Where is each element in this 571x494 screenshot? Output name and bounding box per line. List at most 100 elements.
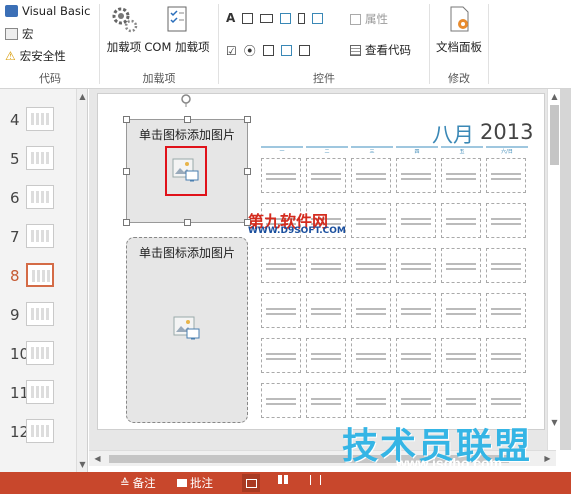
macros-button[interactable]: 宏 [5, 26, 34, 42]
resize-handle[interactable] [244, 116, 251, 123]
view-code-button[interactable]: 查看代码 [350, 42, 411, 58]
label-control-icon[interactable]: A [226, 11, 235, 25]
slide-thumbnail[interactable]: 7 [0, 222, 80, 252]
scrollbar-thumb[interactable] [550, 105, 559, 165]
group-label-code: 代码 [39, 72, 61, 85]
weekday-header: 五 [441, 146, 483, 155]
checkbox-control-icon[interactable]: ☑ [226, 44, 237, 58]
calendar-day-cell [351, 203, 391, 238]
cell-text-placeholder [266, 260, 296, 270]
slide-thumbnail[interactable]: 9 [0, 300, 80, 330]
weekday-header: 三 [351, 146, 393, 155]
scroll-down-icon[interactable]: ▼ [549, 417, 560, 428]
slide-editing-area: 单击图标添加图片 单击图标添加图片 八月 2013 一 二 三 四 五 六/日 … [89, 89, 556, 450]
weekday-header: 四 [396, 146, 438, 155]
insert-picture-icon[interactable] [173, 316, 201, 342]
scroll-down-icon[interactable]: ▼ [77, 459, 88, 470]
cell-text-placeholder [311, 395, 341, 405]
scroll-up-icon[interactable]: ▲ [549, 91, 560, 102]
macro-security-button[interactable]: ⚠ 宏安全性 [5, 48, 66, 64]
cell-text-placeholder [356, 395, 386, 405]
resize-handle[interactable] [123, 168, 130, 175]
rotate-handle-icon[interactable] [180, 93, 192, 107]
calendar-day-cell [351, 293, 391, 328]
warning-icon: ⚠ [5, 49, 16, 63]
button-control-icon[interactable] [260, 13, 274, 23]
slide-sorter-button[interactable] [278, 475, 289, 484]
combobox-control-icon[interactable] [262, 45, 274, 56]
normal-view-icon [245, 478, 257, 488]
scroll-right-icon[interactable]: ▶ [542, 453, 553, 464]
powerpoint-window: Visual Basic 宏 ⚠ 宏安全性 代码 加载项 COM 加载项 加载项… [0, 0, 571, 494]
calendar-day-cell [396, 338, 436, 373]
scroll-up-icon[interactable]: ▲ [77, 91, 88, 102]
slide-thumbnail[interactable]: 12 [0, 417, 80, 447]
vertical-scrollbar[interactable]: ▲ ▼ [547, 89, 560, 450]
picture-placeholder[interactable]: 单击图标添加图片 [126, 237, 248, 423]
picture-placeholder-selected[interactable]: 单击图标添加图片 [123, 116, 251, 226]
weekday-header: 六/日 [486, 146, 528, 155]
slide-thumbnail[interactable]: 11 [0, 378, 80, 408]
calendar-day-cell [441, 248, 481, 283]
cell-text-placeholder [401, 395, 431, 405]
reading-view-button[interactable] [310, 475, 321, 485]
calendar-day-cell [486, 158, 526, 193]
scroll-left-icon[interactable]: ◀ [92, 453, 103, 464]
cell-text-placeholder [446, 260, 476, 270]
calendar-day-cell [351, 338, 391, 373]
thumbnail-scrollbar[interactable]: ▲ ▼ [76, 89, 87, 472]
calendar-day-cell [261, 338, 301, 373]
addins-button[interactable]: 加载项 [104, 4, 144, 55]
cell-text-placeholder [266, 395, 296, 405]
option-button-control-icon[interactable]: ⦿ [244, 42, 256, 59]
calendar-day-cell [351, 383, 391, 418]
normal-view-button[interactable] [242, 474, 260, 492]
visual-basic-button[interactable]: Visual Basic [5, 4, 90, 18]
calendar-day-cell [306, 158, 346, 193]
resize-handle[interactable] [184, 116, 191, 123]
document-gear-icon [450, 6, 469, 32]
scrollbar-control-icon[interactable] [298, 12, 306, 24]
slide-thumbnail[interactable]: 4 [0, 105, 80, 135]
calendar-day-cell [261, 383, 301, 418]
resize-handle[interactable] [184, 219, 191, 226]
status-bar: ≙ 备注 批注 [0, 472, 571, 494]
group-label-addins: 加载项 [142, 72, 176, 85]
slide-thumbnail[interactable]: 5 [0, 144, 80, 174]
calendar-day-cell [261, 158, 301, 193]
insert-picture-icon[interactable] [172, 158, 200, 184]
placeholder-label: 单击图标添加图片 [138, 246, 235, 260]
overlay-logo-url: WWW.D9SOFT.COM [248, 226, 346, 236]
resize-handle[interactable] [123, 219, 130, 226]
properties-button[interactable]: 属性 [350, 11, 388, 27]
cell-text-placeholder [311, 305, 341, 315]
textbox-control-icon[interactable] [242, 12, 254, 24]
com-addins-button[interactable]: COM 加载项 [144, 4, 210, 55]
document-panel-button[interactable]: 文档面板 [432, 4, 486, 55]
cell-text-placeholder [446, 350, 476, 360]
image-control-icon[interactable] [280, 12, 292, 24]
cell-text-placeholder [311, 350, 341, 360]
slide-thumbnail[interactable]: 6 [0, 183, 80, 213]
calendar-day-cell [261, 248, 301, 283]
toggle-control-icon[interactable] [280, 45, 292, 56]
gear-icon [112, 7, 138, 33]
controls-row-2: ☑ ⦿ [226, 42, 310, 59]
calendar-day-cell [441, 293, 481, 328]
calendar-day-cell [486, 383, 526, 418]
calendar-day-cell [351, 248, 391, 283]
listbox-control-icon[interactable] [312, 12, 324, 24]
resize-handle[interactable] [244, 168, 251, 175]
notes-button[interactable]: ≙ 备注 [120, 475, 156, 491]
more-controls-icon[interactable] [298, 45, 310, 56]
calendar-day-cell [396, 383, 436, 418]
slide-thumbnail-active[interactable]: 8 [0, 261, 80, 291]
calendar-day-cell [306, 293, 346, 328]
resize-handle[interactable] [123, 116, 130, 123]
cell-text-placeholder [491, 395, 521, 405]
comments-button[interactable]: 批注 [177, 475, 213, 491]
slide-thumbnail[interactable]: 10 [0, 339, 80, 369]
calendar-day-cell [441, 383, 481, 418]
macro-icon [5, 28, 18, 40]
calendar-day-cell [486, 203, 526, 238]
